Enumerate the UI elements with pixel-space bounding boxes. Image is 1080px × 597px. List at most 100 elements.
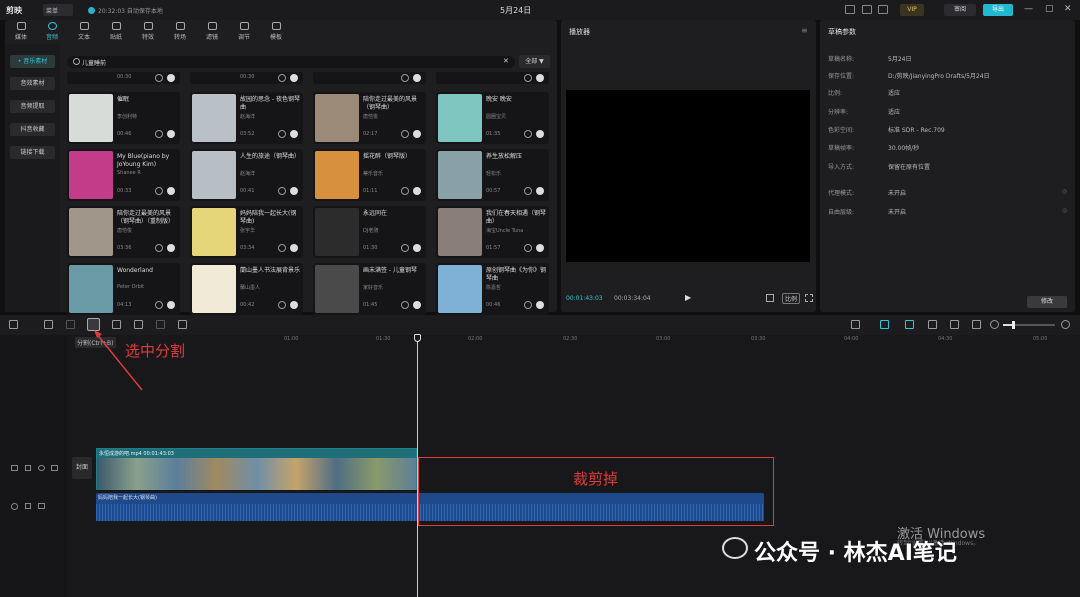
download-icon[interactable] xyxy=(167,187,175,195)
minimize-button[interactable]: — xyxy=(1024,4,1033,14)
download-icon[interactable] xyxy=(413,244,421,252)
music-card[interactable]: 陪你走过最美的风景（钢琴曲）（重制版） 唐恺俊 03:36 xyxy=(67,206,180,258)
sidebar-item-sfx[interactable]: 音效素材 xyxy=(10,77,55,90)
favorite-icon[interactable] xyxy=(278,244,286,252)
favorite-icon[interactable] xyxy=(401,74,409,82)
tab-filter[interactable]: 滤镜 xyxy=(198,22,226,41)
link-icon[interactable] xyxy=(905,320,914,329)
music-card[interactable]: 故园的思念 - 夜色钢琴曲 赵海洋 03:52 xyxy=(190,92,303,144)
download-icon[interactable] xyxy=(413,301,421,309)
download-icon[interactable] xyxy=(167,130,175,138)
vip-badge[interactable]: VIP xyxy=(900,4,924,16)
music-card[interactable]: 我们在春天相遇（钢琴曲） 海宝Uncle Tuna 01:57 xyxy=(436,206,549,258)
trim-left-icon[interactable] xyxy=(112,320,121,329)
tab-media[interactable]: 媒体 xyxy=(7,22,35,41)
download-icon[interactable] xyxy=(167,74,175,82)
download-icon[interactable] xyxy=(536,74,544,82)
ratio-button[interactable]: 比例 xyxy=(782,293,801,304)
favorite-icon[interactable] xyxy=(155,130,163,138)
mute-icon[interactable] xyxy=(51,465,58,471)
music-card[interactable]: 人生的旅途（钢琴曲） 赵海洋 00:41 xyxy=(190,149,303,201)
favorite-icon[interactable] xyxy=(524,187,532,195)
maximize-button[interactable]: ▢ xyxy=(1045,4,1054,14)
undo-icon[interactable] xyxy=(44,320,53,329)
favorite-icon[interactable] xyxy=(278,74,286,82)
clear-icon[interactable]: ✕ xyxy=(503,57,509,65)
video-clip[interactable]: 永恒成游的吧.mp4 00:01:43:03 xyxy=(96,448,417,490)
cover-button[interactable]: 封面 xyxy=(72,457,92,479)
fit-icon[interactable] xyxy=(766,294,774,302)
snap-icon[interactable] xyxy=(880,320,889,329)
music-card[interactable]: Wonderland Peter Orbit 04:13 xyxy=(67,263,180,315)
zoom-in-icon[interactable] xyxy=(1061,320,1070,329)
fit-timeline-icon[interactable] xyxy=(972,320,981,329)
search-bar[interactable]: 儿童睡前 ✕ xyxy=(67,56,515,68)
favorite-icon[interactable] xyxy=(278,187,286,195)
favorite-icon[interactable] xyxy=(524,301,532,309)
sidebar-item-download[interactable]: 链接下载 xyxy=(10,146,55,159)
search-input[interactable]: 儿童睡前 xyxy=(82,58,106,67)
caption-icon[interactable] xyxy=(950,320,959,329)
download-icon[interactable] xyxy=(167,244,175,252)
download-icon[interactable] xyxy=(536,187,544,195)
download-icon[interactable] xyxy=(536,130,544,138)
favorite-icon[interactable] xyxy=(401,301,409,309)
playhead-handle[interactable] xyxy=(414,334,421,342)
zoom-slider[interactable] xyxy=(1003,321,1055,329)
favorite-icon[interactable] xyxy=(155,301,163,309)
tab-template[interactable]: 模板 xyxy=(262,22,290,41)
favorite-icon[interactable] xyxy=(155,244,163,252)
menu-button[interactable]: 菜单 xyxy=(43,4,73,16)
info-icon[interactable]: ◎ xyxy=(1062,188,1067,195)
redo-icon[interactable] xyxy=(66,320,75,329)
favorite-icon[interactable] xyxy=(155,187,163,195)
download-icon[interactable] xyxy=(290,74,298,82)
download-icon[interactable] xyxy=(413,74,421,82)
filter-button[interactable]: 全部 ▼ xyxy=(519,55,550,68)
music-card[interactable]: 养生放松解压 轻松乐 00:57 xyxy=(436,149,549,201)
tab-text[interactable]: 文本 xyxy=(70,22,98,41)
modify-button[interactable]: 修改 xyxy=(1027,296,1067,308)
preview-axis-icon[interactable] xyxy=(928,320,937,329)
tab-adjust[interactable]: 调节 xyxy=(230,22,258,41)
download-icon[interactable] xyxy=(290,130,298,138)
zoom-slider-thumb[interactable] xyxy=(1012,321,1015,329)
download-icon[interactable] xyxy=(536,301,544,309)
menu-icon[interactable]: ≡ xyxy=(801,26,808,35)
sidebar-item-douyin[interactable]: 抖音收藏 xyxy=(10,123,55,136)
sidebar-item-extract[interactable]: 音频提取 xyxy=(10,100,55,113)
music-card[interactable]: 陪你走过最美的风景（钢琴曲） 唐恺俊 02:17 xyxy=(313,92,426,144)
download-icon[interactable] xyxy=(290,244,298,252)
favorite-icon[interactable] xyxy=(524,244,532,252)
favorite-icon[interactable] xyxy=(401,244,409,252)
download-icon[interactable] xyxy=(290,187,298,195)
list-item[interactable]: 00:30 xyxy=(67,72,180,84)
download-icon[interactable] xyxy=(167,301,175,309)
tab-transition[interactable]: 转场 xyxy=(166,22,194,41)
music-card[interactable]: My Blue(piano by JoYoung Kim) Shanee R 00:… xyxy=(67,149,180,201)
tab-audio[interactable]: 音频 xyxy=(38,22,66,41)
download-icon[interactable] xyxy=(413,130,421,138)
music-card[interactable]: 蘭山墨人书法展背景乐 蘭山墨人 00:42 xyxy=(190,263,303,315)
favorite-icon[interactable] xyxy=(401,187,409,195)
list-item[interactable]: 00:30 xyxy=(190,72,303,84)
video-viewport[interactable] xyxy=(566,90,810,262)
layout-icon[interactable] xyxy=(862,5,872,14)
mic-icon[interactable] xyxy=(851,320,860,329)
favorite-icon[interactable] xyxy=(524,74,532,82)
split-button[interactable] xyxy=(87,318,100,331)
zoom-out-icon[interactable] xyxy=(990,320,999,329)
music-card[interactable]: 原创钢琴曲《为你》钢琴曲 陈嘉哲 00:46 xyxy=(436,263,549,315)
music-card[interactable]: 摇花醉（钢琴版） 蒂乐音乐 01:11 xyxy=(313,149,426,201)
music-card[interactable]: 画未满签 - 儿童钢琴 家好音乐 01:45 xyxy=(313,263,426,315)
favorite-icon[interactable] xyxy=(524,130,532,138)
list-item[interactable] xyxy=(436,72,549,84)
export-button[interactable]: 导出 xyxy=(983,4,1013,16)
info-icon[interactable]: ◎ xyxy=(1062,207,1067,214)
favorite-icon[interactable] xyxy=(278,301,286,309)
list-item[interactable] xyxy=(313,72,426,84)
tab-sticker[interactable]: 贴纸 xyxy=(102,22,130,41)
review-button[interactable]: 审阅 xyxy=(944,4,976,16)
delete-icon[interactable] xyxy=(156,320,165,329)
eye-icon[interactable] xyxy=(38,465,45,471)
